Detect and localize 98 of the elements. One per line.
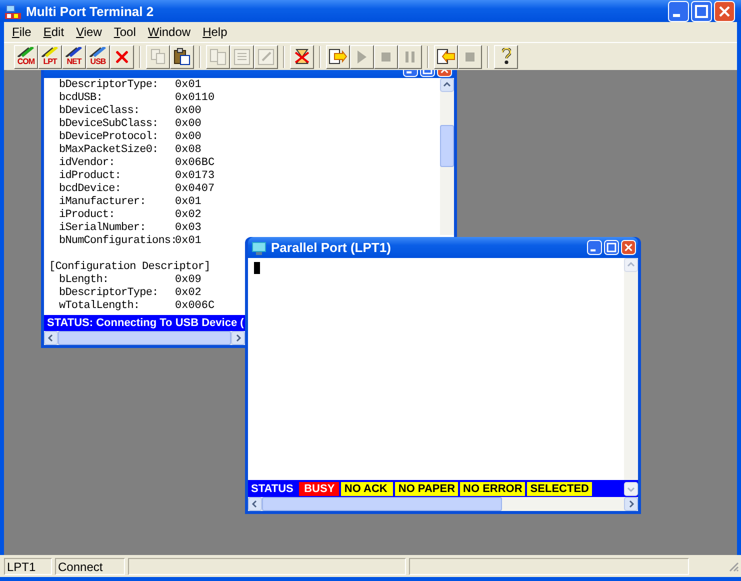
field-name: iManufacturer: (58, 196, 147, 209)
field-value: 0x03 (175, 222, 202, 235)
toolbar-button[interactable] (290, 44, 314, 68)
field-value: 0x0407 (175, 183, 215, 196)
field-value: 0x02 (175, 209, 202, 222)
scroll-left-icon[interactable] (248, 497, 262, 511)
copy-icon (151, 49, 165, 64)
field-value: 0x02 (175, 287, 202, 300)
plug-icon (63, 47, 85, 57)
field-name: iSerialNumber: (58, 222, 147, 235)
resize-grip-icon[interactable] (727, 560, 739, 572)
close-button[interactable] (621, 240, 636, 255)
send-file-icon (329, 49, 347, 64)
menu-item[interactable]: Help (198, 25, 236, 39)
close-icon (116, 50, 128, 62)
field-name: bDescriptorType: (58, 79, 160, 92)
hourglass-icon (295, 49, 309, 64)
scroll-right-icon[interactable] (231, 331, 245, 345)
field-name: bDeviceProtocol: (58, 131, 160, 144)
maximize-button[interactable] (691, 0, 712, 22)
status-pane: Connect (55, 558, 125, 574)
status-indicator: BUSY (299, 482, 340, 496)
section-heading: [Configuration Descriptor] (49, 261, 210, 274)
scroll-up-icon[interactable] (440, 78, 454, 92)
plug-icon (39, 47, 61, 57)
field-value: 0x01 (175, 235, 202, 248)
field-value: 0x006C (175, 300, 215, 313)
vertical-scrollbar[interactable] (440, 78, 454, 235)
field-value: 0x00 (175, 131, 202, 144)
maximize-button[interactable] (604, 240, 619, 255)
field-name: idVendor: (58, 157, 116, 170)
field-name: bLength: (58, 274, 110, 287)
play-icon (357, 50, 367, 64)
field-name: bcdDevice: (58, 183, 122, 196)
scroll-right-icon[interactable] (624, 497, 638, 511)
status-label: STATUS (251, 482, 294, 494)
toolbar-button[interactable] (326, 44, 350, 68)
field-name: bNumConfigurations: (58, 235, 175, 248)
port-button[interactable]: COM (14, 44, 38, 68)
status-indicator: NO ACK (341, 482, 394, 496)
menu-item[interactable]: Window (144, 25, 199, 39)
paste-icon (174, 48, 190, 65)
field-name: bMaxPacketSize0: (58, 144, 160, 157)
field-name: wTotalLength: (58, 300, 141, 313)
monitor-icon (251, 240, 267, 256)
port-button[interactable]: NET (62, 44, 86, 68)
text-cursor (254, 262, 260, 274)
field-value: 0x00 (175, 118, 202, 131)
receive-file-icon (437, 49, 455, 64)
port-button[interactable]: LPT (38, 44, 62, 68)
toolbar-button[interactable] (170, 44, 194, 68)
scroll-up-icon (624, 258, 638, 272)
scroll-left-icon[interactable] (44, 331, 58, 345)
vertical-scrollbar[interactable] (624, 258, 638, 480)
menu-item[interactable]: View (72, 25, 110, 39)
stop-icon (381, 52, 391, 62)
documents-icon (210, 48, 226, 64)
status-indicator: SELECTED (527, 482, 592, 496)
edit-icon (258, 48, 274, 64)
status-indicator: NO PAPER (395, 482, 458, 496)
plug-icon (15, 47, 37, 57)
toolbar-button[interactable] (434, 44, 458, 68)
field-value: 0x0173 (175, 170, 215, 183)
scroll-thumb[interactable] (440, 125, 454, 167)
field-name: bcdUSB: (58, 92, 104, 105)
stop-icon (465, 52, 475, 62)
field-value: 0x01 (175, 196, 202, 209)
window-title: Parallel Port (LPT1) (271, 240, 392, 255)
field-value: 0x01 (175, 79, 202, 92)
pause-icon (405, 50, 415, 62)
field-value: 0x09 (175, 274, 202, 287)
plug-icon (87, 47, 109, 57)
port-button[interactable]: USB (86, 44, 110, 68)
scroll-down-icon (624, 482, 638, 496)
window-title: Multi Port Terminal 2 (26, 4, 155, 18)
app-icon (4, 2, 22, 20)
field-name: bDeviceSubClass: (58, 118, 160, 131)
field-name: idProduct: (58, 170, 122, 183)
field-name: iProduct: (58, 209, 116, 222)
minimize-button[interactable] (587, 240, 602, 255)
menu-item[interactable]: Edit (39, 25, 72, 39)
minimize-button[interactable] (668, 0, 689, 22)
status-pane: LPT1 (4, 558, 52, 574)
horizontal-scrollbar[interactable] (248, 497, 638, 511)
list-icon (234, 48, 250, 64)
status-indicator: NO ERROR (460, 482, 526, 496)
menu-item[interactable]: Tool (110, 25, 144, 39)
scroll-thumb[interactable] (262, 497, 502, 511)
close-button[interactable] (714, 0, 735, 22)
toolbar-button[interactable] (494, 44, 518, 68)
menu-item[interactable]: File (8, 25, 40, 39)
field-value: 0x00 (175, 105, 202, 118)
field-value: 0x0110 (175, 92, 215, 105)
help-icon (502, 48, 510, 65)
field-name: bDescriptorType: (58, 287, 160, 300)
field-name: bDeviceClass: (58, 105, 141, 118)
field-value: 0x06BC (175, 157, 215, 170)
field-value: 0x08 (175, 144, 202, 157)
